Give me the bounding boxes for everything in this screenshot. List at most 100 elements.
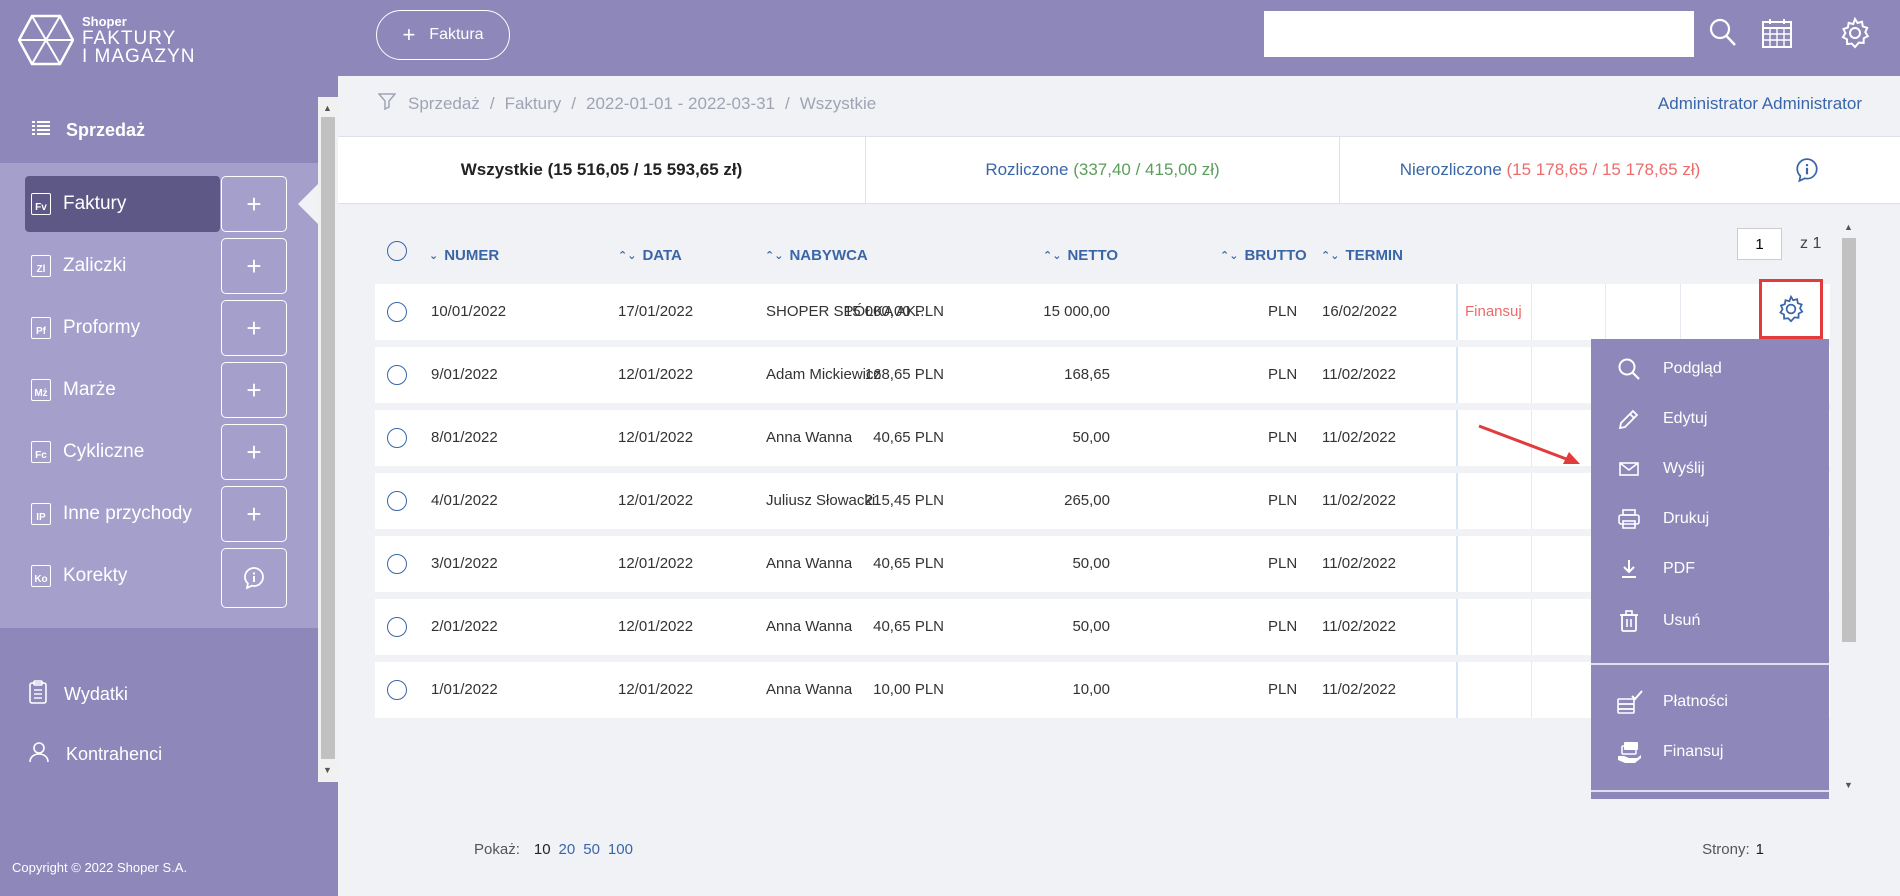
menu-item-send[interactable]: Wyślij bbox=[1591, 449, 1829, 489]
cell-data: 12/01/2022 bbox=[618, 429, 694, 446]
menu-item-delete[interactable]: Usuń bbox=[1591, 601, 1829, 641]
add-proforma-button[interactable]: + bbox=[221, 300, 287, 356]
search-input[interactable] bbox=[1264, 11, 1694, 57]
info-icon[interactable] bbox=[1794, 157, 1820, 188]
sidebar-scroll-thumb[interactable] bbox=[321, 117, 335, 759]
scroll-down-arrow-icon[interactable]: ▼ bbox=[323, 765, 332, 775]
sort-icon: ⌃⌄ bbox=[1321, 250, 1340, 262]
row-select-radio[interactable] bbox=[387, 302, 407, 322]
sidebar-item-proformy[interactable]: Pf Proformy bbox=[25, 300, 220, 356]
cell-brutto-currency: PLN bbox=[1268, 681, 1298, 698]
user-name-link[interactable]: Administrator Administrator bbox=[1658, 94, 1862, 114]
cell-data: 12/01/2022 bbox=[618, 555, 694, 572]
table-row[interactable]: 10/01/2022 17/01/2022 SHOPER SPÓŁKA AK... 1… bbox=[375, 284, 1830, 340]
cell-brutto: 50,00 bbox=[1072, 555, 1110, 572]
add-faktura-button[interactable]: + bbox=[221, 176, 287, 232]
tab-unsettled-values: (15 178,65 / 15 178,65 zł) bbox=[1506, 160, 1701, 179]
cell-termin: 11/02/2022 bbox=[1322, 555, 1396, 572]
sidebar-section-title: Sprzedaż bbox=[66, 119, 146, 140]
menu-item-preview[interactable]: Podgląd bbox=[1591, 349, 1829, 389]
row-select-radio[interactable] bbox=[387, 365, 407, 385]
breadcrumb-item-wszystkie[interactable]: Wszystkie bbox=[800, 94, 877, 114]
new-invoice-button[interactable]: + Faktura bbox=[376, 10, 510, 60]
printer-icon bbox=[1617, 507, 1641, 536]
cell-brutto: 265,00 bbox=[1064, 492, 1110, 509]
sidebar-item-inne-przychody[interactable]: IP Inne przychody bbox=[25, 486, 220, 542]
menu-item-print[interactable]: Drukuj bbox=[1591, 499, 1829, 539]
row-select-radio[interactable] bbox=[387, 680, 407, 700]
breadcrumb-item-faktury[interactable]: Faktury bbox=[505, 94, 562, 114]
column-header-numer[interactable]: ⌄ NUMER bbox=[429, 247, 499, 264]
filter-icon[interactable] bbox=[377, 92, 397, 115]
cell-brutto-currency: PLN bbox=[1268, 492, 1298, 509]
menu-item-pdf[interactable]: PDF bbox=[1591, 549, 1829, 589]
menu-item-payments[interactable]: Płatności bbox=[1591, 682, 1829, 722]
page-size-option[interactable]: 100 bbox=[608, 841, 633, 858]
search-icon[interactable] bbox=[1709, 18, 1737, 53]
sidebar-item-zaliczki[interactable]: Zl Zaliczki bbox=[25, 238, 220, 294]
column-header-netto[interactable]: ⌃⌄ NETTO bbox=[1043, 247, 1118, 264]
list-icon bbox=[32, 120, 50, 141]
sidebar-item-label: Inne przychody bbox=[63, 503, 192, 524]
gear-icon[interactable] bbox=[1839, 16, 1871, 54]
sidebar-section-sales[interactable]: Sprzedaż bbox=[0, 97, 318, 163]
calendar-icon[interactable] bbox=[1761, 17, 1793, 54]
page-size-current: 10 bbox=[533, 841, 551, 858]
column-header-nabywca[interactable]: ⌃⌄ NABYWCA bbox=[765, 247, 868, 264]
select-all-radio[interactable] bbox=[387, 241, 407, 261]
row-select-radio[interactable] bbox=[387, 554, 407, 574]
payments-icon bbox=[1617, 690, 1643, 719]
sidebar-scrollbar[interactable]: ▲ ▼ bbox=[318, 97, 338, 782]
column-divider bbox=[1531, 473, 1532, 529]
column-header-termin[interactable]: ⌃⌄ TERMIN bbox=[1321, 247, 1403, 264]
add-zaliczka-button[interactable]: + bbox=[221, 238, 287, 294]
plus-icon: + bbox=[402, 22, 416, 47]
cell-data: 12/01/2022 bbox=[618, 366, 694, 383]
page-size-option[interactable]: 50 bbox=[583, 841, 600, 858]
cell-termin: 16/02/2022 bbox=[1322, 303, 1398, 320]
cell-termin: 11/02/2022 bbox=[1322, 681, 1396, 698]
sidebar-item-marze[interactable]: Mż Marże bbox=[25, 362, 220, 418]
tab-settled[interactable]: Rozliczone (337,40 / 415,00 zł) bbox=[866, 137, 1340, 203]
column-divider bbox=[1531, 662, 1532, 718]
sidebar-item-kontrahenci[interactable]: Kontrahenci bbox=[28, 741, 162, 768]
add-cykliczna-button[interactable]: + bbox=[221, 424, 287, 480]
breadcrumb-item-sprzedaz[interactable]: Sprzedaż bbox=[408, 94, 480, 114]
row-select-radio[interactable] bbox=[387, 617, 407, 637]
table-scroll-thumb[interactable] bbox=[1842, 238, 1856, 642]
korekty-info-button[interactable] bbox=[221, 548, 287, 608]
table-scrollbar[interactable]: ▲ ▼ bbox=[1838, 222, 1858, 794]
sidebar: Shoper FAKTURY I MAGAZYN Sprzedaż Fv Fak… bbox=[0, 0, 338, 896]
row-select-radio[interactable] bbox=[387, 491, 407, 511]
menu-divider bbox=[1591, 790, 1829, 792]
sidebar-item-cykliczne[interactable]: Fc Cykliczne bbox=[25, 424, 220, 480]
sidebar-item-korekty[interactable]: Ko Korekty bbox=[25, 548, 220, 604]
menu-item-finance[interactable]: Finansuj bbox=[1591, 732, 1829, 772]
column-header-brutto[interactable]: ⌃⌄ BRUTTO bbox=[1220, 247, 1307, 264]
column-divider bbox=[1456, 599, 1458, 655]
logo[interactable]: Shoper FAKTURY I MAGAZYN bbox=[18, 14, 196, 66]
menu-item-edit[interactable]: Edytuj bbox=[1591, 399, 1829, 439]
row-actions-gear-button[interactable] bbox=[1759, 279, 1823, 339]
breadcrumb-separator: / bbox=[785, 93, 790, 113]
scroll-up-arrow-icon[interactable]: ▲ bbox=[1844, 222, 1853, 232]
tab-unsettled[interactable]: Nierozliczone (15 178,65 / 15 178,65 zł) bbox=[1340, 137, 1760, 203]
cell-numer: 8/01/2022 bbox=[431, 429, 498, 446]
add-inne-przychody-button[interactable]: + bbox=[221, 486, 287, 542]
finansuj-link[interactable]: Finansuj bbox=[1465, 303, 1522, 320]
tab-all[interactable]: Wszystkie (15 516,05 / 15 593,65 zł) bbox=[338, 137, 866, 203]
row-select-radio[interactable] bbox=[387, 428, 407, 448]
cell-numer: 3/01/2022 bbox=[431, 555, 498, 572]
page-size-option[interactable]: 20 bbox=[559, 841, 576, 858]
column-header-data[interactable]: ⌃⌄ DATA bbox=[618, 247, 682, 264]
breadcrumb-item-date-range[interactable]: 2022-01-01 - 2022-03-31 bbox=[586, 94, 775, 114]
cell-netto: 40,65 PLN bbox=[873, 429, 944, 446]
cell-nabywca: Anna Wanna bbox=[766, 681, 853, 698]
cell-nabywca: Adam Mickiewicz bbox=[766, 366, 882, 383]
scroll-down-arrow-icon[interactable]: ▼ bbox=[1844, 780, 1853, 790]
scroll-up-arrow-icon[interactable]: ▲ bbox=[323, 103, 332, 113]
add-marza-button[interactable]: + bbox=[221, 362, 287, 418]
margin-doc-icon: Mż bbox=[31, 379, 51, 401]
sidebar-item-faktury[interactable]: Fv Faktury bbox=[25, 176, 220, 232]
sidebar-item-wydatki[interactable]: Wydatki bbox=[28, 680, 128, 709]
